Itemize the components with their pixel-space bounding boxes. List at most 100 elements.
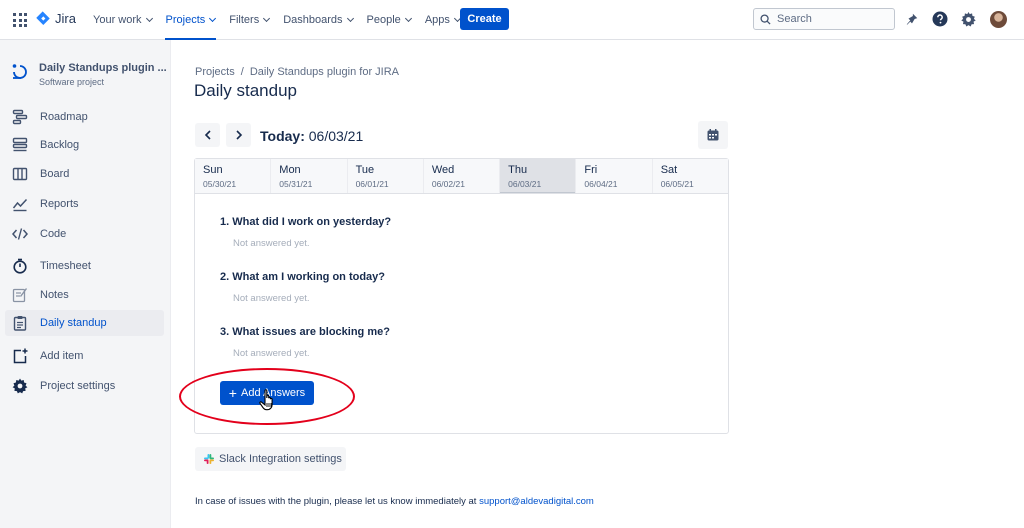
support-footer: In case of issues with the plugin, pleas…: [195, 496, 594, 507]
day-name: Sat: [660, 164, 678, 176]
top-navigation: Jira Your work Projects Filters Dashboar…: [0, 0, 1024, 40]
day-name: Tue: [355, 164, 375, 176]
today-heading: Today: 06/03/21: [260, 128, 363, 144]
slack-integration-label: Slack Integration settings: [219, 453, 342, 465]
page-title: Daily standup: [194, 81, 298, 100]
sidebar-item-backlog[interactable]: Backlog: [5, 132, 164, 158]
slack-integration-settings-button[interactable]: Slack Integration settings: [195, 447, 346, 471]
slack-icon: [204, 454, 214, 464]
breadcrumb-project[interactable]: Daily Standups plugin for JIRA: [250, 66, 399, 78]
day-tab-thu[interactable]: Thu 06/03/21: [500, 159, 577, 193]
sidebar-item-daily-standup[interactable]: Daily standup: [5, 310, 164, 336]
today-date: 06/03/21: [308, 128, 364, 144]
answer-3: Not answered yet.: [233, 348, 310, 359]
day-date: 05/31/21: [279, 179, 313, 189]
day-name: Wed: [431, 164, 455, 176]
day-name: Mon: [279, 164, 301, 176]
reports-icon: [12, 198, 28, 212]
day-tab-sun[interactable]: Sun 05/30/21: [195, 159, 272, 193]
sidebar-item-label: Add item: [40, 350, 84, 362]
hand-cursor-icon: [259, 389, 273, 411]
sidebar-item-label: Project settings: [40, 380, 116, 392]
chevron-down-icon: [145, 14, 153, 23]
clipboard-icon: [13, 316, 27, 331]
project-name: Daily Standups plugin ...: [39, 62, 167, 74]
project-header[interactable]: Daily Standups plugin ... Software proje…: [11, 62, 167, 87]
search-icon: [760, 13, 771, 25]
day-name: Sun: [203, 164, 223, 176]
app-switcher-icon[interactable]: [13, 13, 27, 27]
sidebar-item-label: Reports: [40, 198, 79, 210]
sidebar-item-board[interactable]: Board: [5, 161, 164, 187]
week-day-tabs: Sun 05/30/21 Mon 05/31/21 Tue 06/01/21 Wed 0…: [195, 159, 728, 194]
nav-people[interactable]: People: [360, 0, 418, 40]
day-date: 06/05/21: [660, 179, 694, 189]
sidebar-item-label: Board: [40, 168, 70, 180]
timer-icon: [13, 258, 27, 274]
question-2: 2. What am I working on today?: [220, 271, 386, 283]
day-date: 06/02/21: [431, 179, 465, 189]
sidebar-item-project-settings[interactable]: Project settings: [5, 373, 164, 399]
sidebar-item-reports[interactable]: Reports: [5, 191, 164, 217]
jira-logo[interactable]: Jira: [36, 11, 76, 26]
nav-dashboards[interactable]: Dashboards: [276, 0, 359, 40]
notifications-icon[interactable]: [904, 11, 920, 27]
add-item-icon: [13, 348, 28, 364]
previous-day-button[interactable]: [195, 123, 220, 147]
project-avatar-icon: [12, 64, 27, 79]
breadcrumb-projects[interactable]: Projects: [195, 66, 235, 78]
next-day-button[interactable]: [226, 123, 251, 147]
gear-icon: [12, 378, 28, 394]
chevron-down-icon: [346, 14, 354, 23]
day-tab-wed[interactable]: Wed 06/02/21: [423, 159, 501, 193]
footer-text: In case of issues with the plugin, pleas…: [195, 496, 477, 507]
sidebar-item-code[interactable]: Code: [5, 221, 164, 247]
nav-label: Filters: [229, 14, 260, 26]
settings-icon[interactable]: [960, 11, 976, 27]
nav-label: Dashboards: [283, 14, 343, 26]
notes-icon: [12, 288, 28, 303]
breadcrumb-separator: /: [240, 66, 244, 78]
search-box[interactable]: [753, 8, 895, 30]
sidebar-item-timesheet[interactable]: Timesheet: [5, 253, 164, 279]
help-icon[interactable]: [932, 11, 948, 27]
day-date: 05/30/21: [203, 179, 237, 189]
nav-filters[interactable]: Filters: [222, 0, 276, 40]
day-name: Fri: [584, 164, 598, 176]
day-name: Thu: [508, 164, 528, 176]
sidebar-item-add-item[interactable]: Add item: [5, 343, 164, 369]
jira-logo-text: Jira: [55, 11, 76, 26]
sidebar-item-label: Roadmap: [40, 111, 88, 123]
calendar-icon: [707, 129, 719, 141]
sidebar-item-label: Daily standup: [40, 317, 107, 329]
jira-logo-icon: [36, 11, 50, 25]
today-label: Today:: [260, 128, 305, 144]
day-tab-sat[interactable]: Sat 06/05/21: [652, 159, 728, 193]
chevron-down-icon: [209, 14, 217, 23]
day-tab-tue[interactable]: Tue 06/01/21: [347, 159, 424, 193]
nav-label: Your work: [93, 14, 142, 26]
board-icon: [12, 167, 28, 181]
day-tab-mon[interactable]: Mon 05/31/21: [271, 159, 348, 193]
chevron-left-icon: [204, 130, 211, 140]
support-email-link[interactable]: support@aldevadigital.com: [479, 496, 594, 507]
search-input[interactable]: [777, 13, 887, 25]
primary-nav: Your work Projects Filters Dashboards Pe…: [86, 0, 467, 40]
project-type: Software project: [39, 77, 105, 87]
nav-label: Apps: [424, 14, 450, 26]
nav-label: Projects: [165, 14, 206, 26]
sidebar-item-notes[interactable]: Notes: [5, 282, 164, 308]
day-tab-fri[interactable]: Fri 06/04/21: [576, 159, 653, 193]
code-icon: [12, 228, 28, 240]
day-date: 06/01/21: [355, 179, 389, 189]
sidebar-item-roadmap[interactable]: Roadmap: [5, 104, 164, 130]
question-1: 1. What did I work on yesterday?: [220, 216, 392, 228]
chevron-down-icon: [263, 14, 271, 23]
nav-your-work[interactable]: Your work: [86, 0, 159, 40]
calendar-button[interactable]: [698, 121, 728, 149]
user-avatar[interactable]: [990, 11, 1007, 28]
create-button[interactable]: Create: [460, 8, 509, 30]
chevron-right-icon: [235, 130, 242, 140]
breadcrumb: Projects / Daily Standups plugin for JIR…: [195, 66, 399, 78]
nav-projects[interactable]: Projects: [159, 0, 223, 40]
